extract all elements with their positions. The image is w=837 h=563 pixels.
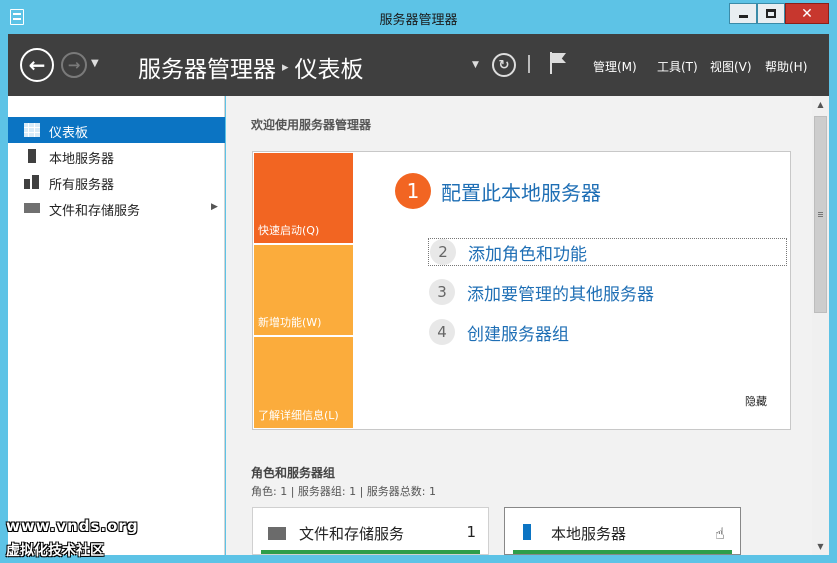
sidebar-item-label: 仪表板 (49, 126, 89, 141)
servers-icon (24, 175, 40, 189)
close-icon: ✕ (801, 5, 813, 22)
notifications-flag-icon[interactable] (550, 52, 568, 74)
step-number: 4 (429, 319, 455, 345)
header-bar: ← → ▼ 服务器管理器 ▸ 仪表板 ▼ ↻ 管理(M) 工具(T) 视图(V)… (8, 34, 829, 96)
card-title: 本地服务器 (551, 525, 627, 543)
step-add-roles-features[interactable]: 2 添加角色和功能 (428, 238, 787, 266)
header-divider (528, 55, 530, 73)
scroll-thumb[interactable] (814, 116, 827, 313)
breadcrumb: 服务器管理器 ▸ 仪表板 (138, 50, 364, 84)
watermark-url: www.vnds.org (6, 517, 139, 535)
card-count: 1 (466, 523, 476, 541)
menu-help[interactable]: 帮助(H) (765, 58, 807, 75)
title-bar: 服务器管理器 ✕ (0, 0, 837, 34)
arrow-left-icon: ← (28, 53, 46, 77)
refresh-icon: ↻ (498, 57, 510, 73)
arrow-right-icon: → (67, 56, 81, 74)
status-bar (513, 550, 732, 554)
sidebar-item-local-server[interactable]: 本地服务器 (8, 143, 225, 169)
back-button[interactable]: ← (20, 48, 54, 82)
step-number: 2 (430, 239, 456, 265)
close-button[interactable]: ✕ (785, 3, 829, 24)
forward-button[interactable]: → (61, 52, 87, 78)
chevron-right-icon[interactable]: ▶ (211, 202, 218, 212)
maximize-button[interactable] (757, 3, 785, 24)
scroll-up-icon[interactable]: ▲ (812, 96, 829, 113)
step-add-servers[interactable]: 3 添加要管理的其他服务器 (428, 278, 787, 306)
tile-learn-more[interactable]: 了解详细信息(L) (254, 337, 353, 428)
step-label: 配置此本地服务器 (441, 180, 601, 205)
maximize-icon (766, 9, 776, 18)
tile-quick-start[interactable]: 快速启动(Q) (254, 153, 353, 243)
server-icon (28, 149, 36, 163)
step-create-server-group[interactable]: 4 创建服务器组 (428, 318, 787, 346)
welcome-title: 欢迎使用服务器管理器 (251, 118, 372, 132)
watermark-community: 虚拟化技术社区 (6, 543, 104, 559)
menu-view[interactable]: 视图(V) (710, 58, 752, 75)
roles-stats: 角色: 1 | 服务器组: 1 | 服务器总数: 1 (251, 485, 437, 498)
vertical-scrollbar[interactable]: ▲ ▼ (812, 96, 829, 555)
storage-icon (24, 201, 40, 215)
status-bar (261, 550, 480, 554)
breadcrumb-root[interactable]: 服务器管理器 (138, 50, 276, 84)
hide-link[interactable]: 隐藏 (745, 393, 767, 409)
step-label: 添加角色和功能 (468, 244, 587, 265)
tile-whats-new[interactable]: 新增功能(W) (254, 245, 353, 335)
step-configure-local-server[interactable]: 1 配置此本地服务器 (395, 173, 601, 209)
sidebar-item-dashboard[interactable]: 仪表板 (8, 117, 225, 143)
history-dropdown-button[interactable]: ▼ (91, 58, 99, 69)
storage-icon (268, 524, 286, 540)
grip-icon (818, 212, 823, 218)
step-label: 创建服务器组 (467, 324, 569, 345)
tile-label: 快速启动(Q) (258, 224, 320, 237)
step-label: 添加要管理的其他服务器 (467, 284, 654, 305)
tile-label: 新增功能(W) (258, 316, 322, 329)
window-title: 服务器管理器 (379, 13, 458, 28)
step-number: 1 (395, 173, 431, 209)
refresh-button[interactable]: ↻ (492, 53, 516, 77)
server-icon (523, 524, 531, 540)
sidebar-item-all-servers[interactable]: 所有服务器 (8, 169, 225, 195)
main-content: 欢迎使用服务器管理器 快速启动(Q) 新增功能(W) 了解详细信息(L) 1 配… (226, 96, 812, 555)
step-number: 3 (429, 279, 455, 305)
minimize-button[interactable] (729, 3, 757, 24)
breadcrumb-current: 仪表板 (294, 57, 364, 83)
sidebar-item-label: 所有服务器 (49, 178, 115, 193)
breadcrumb-separator: ▸ (282, 59, 289, 75)
hand-cursor-icon: ☝ (715, 524, 725, 543)
tile-label: 了解详细信息(L) (258, 409, 339, 422)
scroll-down-icon[interactable]: ▼ (812, 538, 829, 555)
menu-tools[interactable]: 工具(T) (657, 58, 698, 75)
role-card-file-storage[interactable]: 文件和存储服务 1 (252, 507, 489, 555)
sidebar-item-label: 本地服务器 (49, 152, 115, 167)
breadcrumb-dropdown-button[interactable]: ▼ (472, 60, 479, 70)
minimize-icon (738, 15, 748, 18)
sidebar-item-file-storage[interactable]: 文件和存储服务 ▶ (8, 195, 225, 221)
menu-manage[interactable]: 管理(M) (593, 58, 637, 75)
dashboard-icon (24, 123, 40, 137)
role-card-local-server[interactable]: 本地服务器 ☝ (504, 507, 741, 555)
sidebar: 仪表板 本地服务器 所有服务器 文件和存储服务 ▶ (8, 96, 225, 555)
roles-section-title: 角色和服务器组 (251, 466, 336, 480)
card-title: 文件和存储服务 (299, 525, 405, 543)
quick-start-panel: 快速启动(Q) 新增功能(W) 了解详细信息(L) 1 配置此本地服务器 2 添… (252, 151, 791, 430)
sidebar-item-label: 文件和存储服务 (49, 204, 141, 219)
